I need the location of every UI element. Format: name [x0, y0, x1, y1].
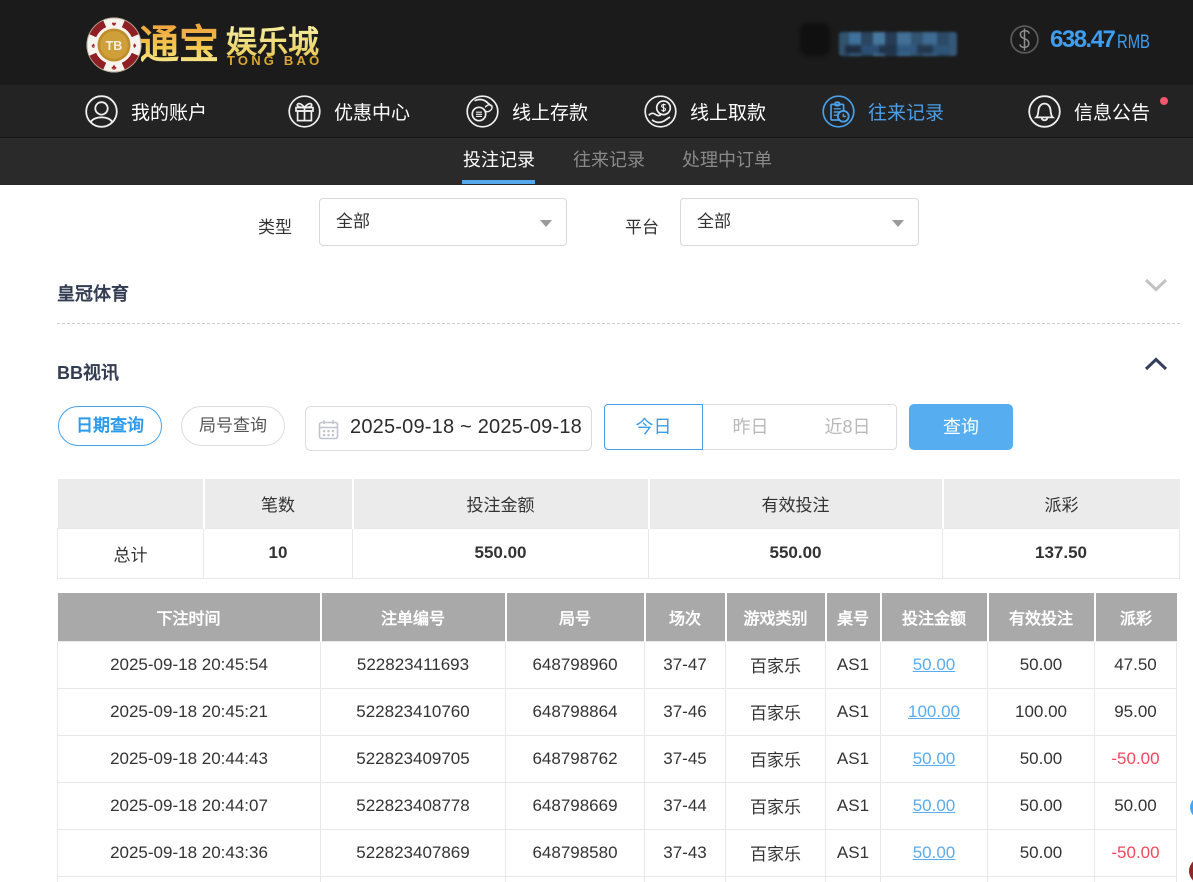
- svg-text:TONG BAO: TONG BAO: [227, 53, 322, 68]
- svg-text:通宝: 通宝: [141, 23, 219, 67]
- svg-text:TB: TB: [106, 39, 123, 53]
